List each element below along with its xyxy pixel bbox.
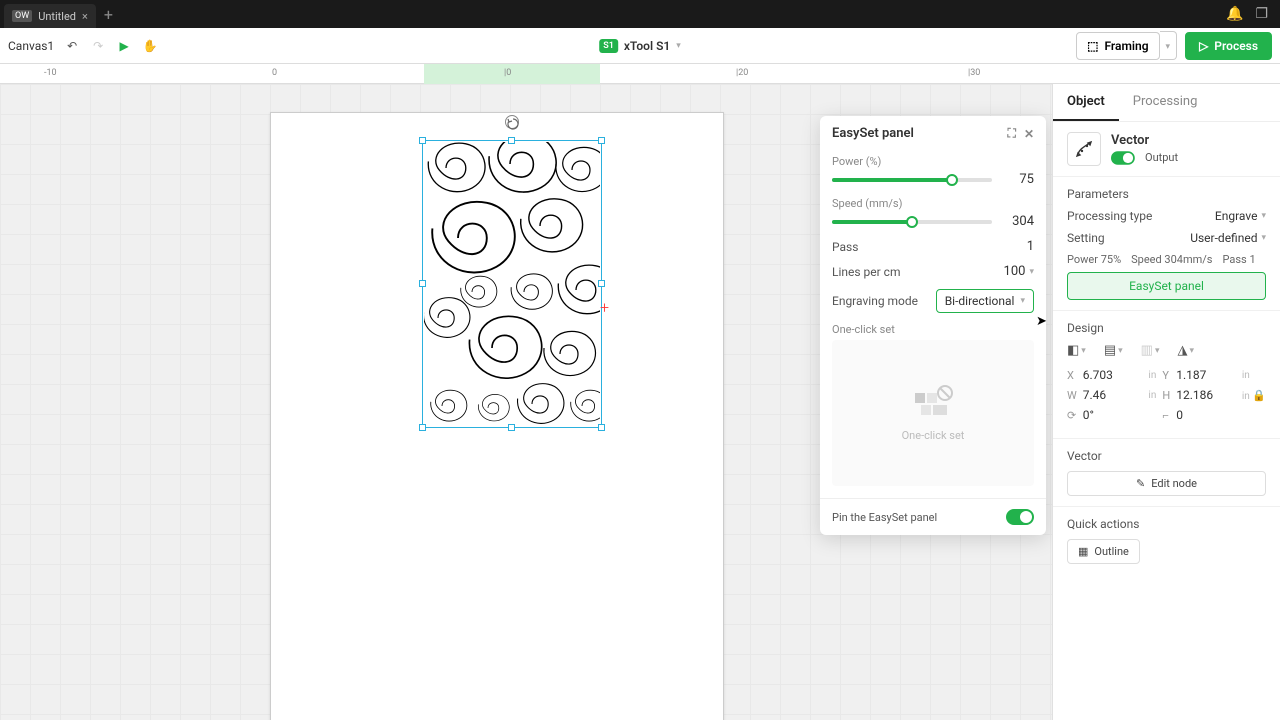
tab-badge: OW [12, 10, 32, 22]
x-input[interactable]: 6.703 [1083, 368, 1143, 382]
setting-select[interactable]: User-defined▾ [1190, 231, 1266, 245]
properties-sidebar: Object Processing Vector Output Paramete… [1052, 84, 1280, 720]
device-selector[interactable]: S1 xTool S1 ▾ [599, 39, 681, 53]
resize-handle-s[interactable] [508, 424, 515, 431]
play-icon: ▷ [1199, 39, 1208, 53]
rotate-handle[interactable] [505, 115, 519, 129]
canvas[interactable]: + EasySet panel ⛶ ✕ Power (%) 75 [0, 84, 1052, 720]
setting-label: Setting [1067, 231, 1105, 245]
expand-icon[interactable]: ⛶ [1008, 126, 1016, 141]
object-type-icon [1067, 132, 1101, 166]
origin-marker: + [600, 298, 609, 317]
h-input[interactable]: 12.186 [1176, 388, 1236, 402]
resize-handle-sw[interactable] [419, 424, 426, 431]
oneclick-dropzone[interactable]: One-click set [832, 340, 1034, 486]
quick-actions-heading: Quick actions [1067, 517, 1266, 531]
pin-label: Pin the EasySet panel [832, 511, 937, 524]
summary-speed: Speed 304mm/s [1131, 253, 1212, 266]
oneclick-label: One-click set [832, 323, 1034, 336]
pin-toggle[interactable] [1006, 509, 1034, 525]
processing-type-label: Processing type [1067, 209, 1152, 223]
device-badge: S1 [599, 39, 618, 53]
resize-handle-w[interactable] [419, 280, 426, 287]
speed-value[interactable]: 304 [1002, 214, 1034, 229]
easyset-panel-button[interactable]: EasySet panel [1067, 272, 1266, 300]
speed-slider[interactable] [832, 220, 992, 224]
pass-value[interactable]: 1 [1027, 239, 1034, 254]
framing-button[interactable]: ⬚ Framing [1076, 32, 1159, 60]
selection-box[interactable] [422, 140, 602, 428]
hand-tool-icon[interactable]: ✋ [142, 38, 158, 54]
pass-label: Pass [832, 240, 858, 254]
vector-heading: Vector [1067, 449, 1266, 463]
parameters-heading: Parameters [1067, 187, 1266, 201]
chevron-down-icon: ▾ [1020, 296, 1025, 306]
object-type-title: Vector [1111, 133, 1178, 148]
horizontal-ruler: -10 0 |0 |20 |30 [0, 64, 1280, 84]
corner-input[interactable]: 0 [1176, 408, 1236, 422]
tab-bar: OW Untitled × + 🔔 ❐ [0, 0, 1280, 28]
distribute-button[interactable]: ▥▾ [1141, 343, 1160, 358]
easyset-title: EasySet panel [832, 126, 914, 141]
close-icon[interactable]: ✕ [1024, 127, 1034, 141]
design-heading: Design [1067, 321, 1266, 335]
arrange-button[interactable]: ◧▾ [1067, 343, 1086, 358]
flip-button[interactable]: ◮▾ [1177, 343, 1194, 358]
y-input[interactable]: 1.187 [1176, 368, 1236, 382]
chevron-down-icon: ▾ [1029, 267, 1034, 277]
close-tab-icon[interactable]: × [82, 10, 88, 23]
w-input[interactable]: 7.46 [1083, 388, 1143, 402]
toolbar: Canvas1 ↶ ↷ ▶ ✋ S1 xTool S1 ▾ ⬚ Framing … [0, 28, 1280, 64]
resize-handle-nw[interactable] [419, 137, 426, 144]
processing-type-select[interactable]: Engrave▾ [1215, 209, 1266, 223]
cursor-icon: ➤ [1036, 314, 1047, 329]
lock-aspect-icon[interactable]: 🔒 [1252, 389, 1266, 402]
edit-node-icon: ✎ [1136, 477, 1145, 490]
framing-dropdown[interactable]: ▾ [1160, 31, 1178, 60]
align-button[interactable]: ▤▾ [1104, 343, 1123, 358]
power-value[interactable]: 75 [1002, 172, 1034, 187]
easyset-panel: EasySet panel ⛶ ✕ Power (%) 75 [820, 116, 1046, 535]
canvas-name[interactable]: Canvas1 [8, 39, 54, 53]
new-tab-button[interactable]: + [104, 5, 113, 24]
undo-icon[interactable]: ↶ [64, 38, 80, 54]
output-label: Output [1145, 151, 1178, 164]
framing-icon: ⬚ [1087, 39, 1098, 53]
oneclick-placeholder: One-click set [902, 429, 965, 442]
play-icon[interactable]: ▶ [116, 38, 132, 54]
engraving-mode-label: Engraving mode [832, 294, 918, 308]
outline-button[interactable]: ▦ Outline [1067, 539, 1140, 564]
rotation-icon: ⟳ [1067, 409, 1077, 422]
resize-handle-e[interactable] [598, 280, 605, 287]
tab-title: Untitled [38, 10, 76, 23]
power-slider[interactable] [832, 178, 992, 182]
resize-handle-se[interactable] [598, 424, 605, 431]
corner-radius-icon: ⌐ [1162, 409, 1170, 422]
tab-object[interactable]: Object [1053, 84, 1119, 121]
lines-label: Lines per cm [832, 265, 901, 279]
outline-icon: ▦ [1078, 545, 1088, 558]
document-tab[interactable]: OW Untitled × [4, 4, 96, 28]
output-toggle[interactable] [1111, 151, 1135, 165]
resize-handle-ne[interactable] [598, 137, 605, 144]
rotation-input[interactable]: 0° [1083, 408, 1143, 422]
process-button[interactable]: ▷ Process [1185, 32, 1272, 60]
power-label: Power (%) [832, 155, 1034, 168]
tab-processing[interactable]: Processing [1119, 84, 1212, 121]
device-name: xTool S1 [624, 39, 670, 53]
notifications-icon[interactable]: 🔔 [1226, 6, 1243, 22]
windows-icon[interactable]: ❐ [1255, 6, 1268, 22]
engraving-mode-select[interactable]: Bi-directional ▾ [936, 289, 1034, 313]
redo-icon[interactable]: ↷ [90, 38, 106, 54]
edit-node-button[interactable]: ✎ Edit node [1067, 471, 1266, 496]
summary-pass: Pass 1 [1223, 253, 1256, 266]
chevron-down-icon: ▾ [676, 41, 681, 51]
resize-handle-n[interactable] [508, 137, 515, 144]
lines-value[interactable]: 100 ▾ [1004, 264, 1034, 279]
speed-label: Speed (mm/s) [832, 197, 1034, 210]
summary-power: Power 75% [1067, 253, 1121, 266]
